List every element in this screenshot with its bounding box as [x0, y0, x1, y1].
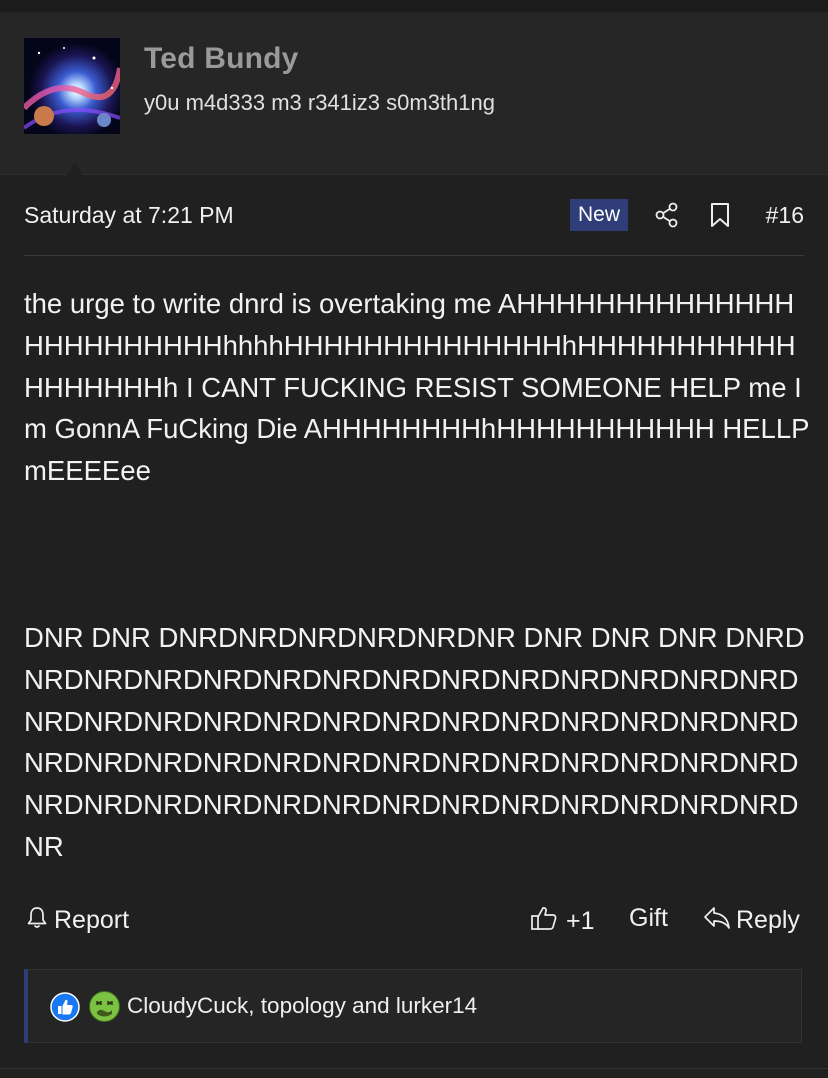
author-avatar[interactable] [24, 38, 120, 134]
post-paragraph: DNR DNR DNRDNRDNRDNRDNRDNR DNR DNR DNR D… [24, 621, 805, 862]
thumbs-up-icon [530, 904, 566, 939]
like-count: +1 [566, 907, 595, 935]
bookmark-icon[interactable] [710, 202, 730, 228]
reactions-users[interactable]: CloudyCuck, topology and lurker14 [127, 993, 477, 1019]
bell-icon [24, 904, 54, 937]
report-label: Report [54, 906, 130, 934]
reply-arrow-icon [702, 904, 736, 937]
share-icon[interactable] [655, 202, 679, 228]
bottom-divider [0, 1068, 828, 1069]
reply-button[interactable]: Reply [702, 904, 800, 937]
post-number-link[interactable]: #16 [766, 202, 804, 229]
post-body: the urge to write dnrd is overtaking me … [24, 283, 814, 868]
author-name[interactable]: Ted Bundy [144, 42, 299, 76]
reactions-bar[interactable]: CloudyCuck, topology and lurker14 [24, 969, 802, 1043]
like-button[interactable]: +1 [530, 904, 595, 939]
new-badge: New [570, 199, 628, 231]
thumbs-up-reaction-icon [50, 992, 80, 1022]
post-date[interactable]: Saturday at 7:21 PM [24, 202, 234, 229]
post-paragraph: the urge to write dnrd is overtaking me … [24, 288, 817, 487]
author-arrow [60, 162, 90, 186]
author-block: Ted Bundy y0u m4d333 m3 r341iz3 s0m3th1n… [0, 12, 828, 186]
author-title: y0u m4d333 m3 r341iz3 s0m3th1ng [144, 90, 495, 115]
post-header: Saturday at 7:21 PM New #16 [24, 196, 804, 236]
top-strip [0, 0, 828, 12]
post-footer: Report +1 Gift Reply [24, 900, 804, 940]
reply-label: Reply [736, 906, 800, 934]
sick-face-reaction-icon [88, 990, 121, 1023]
report-button[interactable]: Report [24, 904, 129, 937]
header-divider [24, 255, 804, 256]
gift-button[interactable]: Gift [629, 904, 668, 933]
